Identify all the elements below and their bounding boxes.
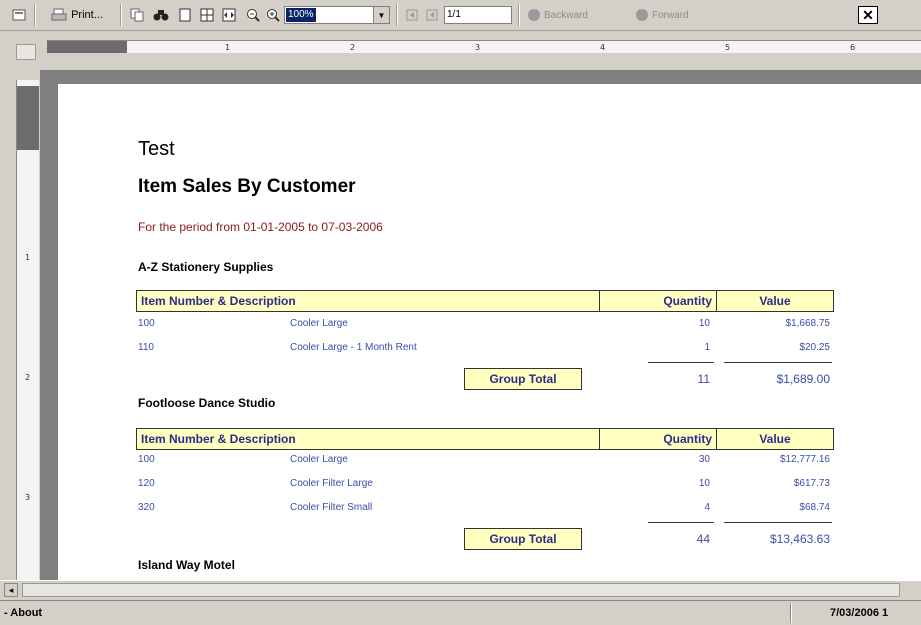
status-about[interactable]: - About <box>4 607 42 619</box>
copy-icon[interactable] <box>128 6 146 24</box>
item-qty: 30 <box>698 454 710 465</box>
group-total-label: Group Total <box>464 368 582 390</box>
item-qty: 10 <box>698 478 710 489</box>
printer-icon <box>51 8 67 21</box>
scroll-left-icon[interactable]: ◂ <box>4 583 18 597</box>
report-period: For the period from 01-01-2005 to 07-03-… <box>138 220 383 234</box>
col-value: Value <box>716 428 834 450</box>
arrow-right-icon <box>636 9 648 21</box>
item-desc: Cooler Large - 1 Month Rent <box>290 342 417 353</box>
status-date: 7/03/2006 1 <box>830 607 889 619</box>
ruler-corner <box>16 44 36 60</box>
report-title: Test <box>138 138 175 160</box>
horizontal-scrollbar[interactable]: ◂ <box>0 580 921 599</box>
toolbar: Print... 100% ▼ 1/1 Backward Forward ✕ <box>0 0 921 31</box>
item-value: $1,668.75 <box>785 318 831 329</box>
item-value: $617.73 <box>793 478 830 489</box>
divider <box>724 362 832 363</box>
close-preview-button[interactable]: ✕ <box>858 6 878 24</box>
print-button[interactable]: Print... <box>40 6 114 24</box>
forward-label: Forward <box>652 9 689 21</box>
item-number: 100 <box>138 318 155 329</box>
item-number: 110 <box>138 342 154 353</box>
chevron-down-icon[interactable]: ▼ <box>373 7 389 23</box>
preview-canvas[interactable]: Test Item Sales By Customer For the peri… <box>40 70 921 580</box>
single-page-icon[interactable] <box>176 6 194 24</box>
svg-text:4: 4 <box>600 43 605 52</box>
item-qty: 4 <box>704 502 710 513</box>
group-total-value: $1,689.00 <box>776 372 830 386</box>
col-qty: Quantity <box>599 428 717 450</box>
item-value: $20.25 <box>799 342 830 353</box>
svg-text:3: 3 <box>25 493 30 502</box>
item-desc: Cooler Filter Large <box>290 478 373 489</box>
item-table-header: Item Number & Description Quantity Value <box>136 290 834 312</box>
item-number: 320 <box>138 502 155 513</box>
vruler-ticks: 1 2 3 <box>25 253 30 502</box>
multi-page-icon[interactable] <box>198 6 216 24</box>
export-icon[interactable] <box>10 6 28 24</box>
item-desc: Cooler Large <box>290 318 348 329</box>
svg-text:1: 1 <box>25 253 30 262</box>
col-desc: Item Number & Description <box>136 428 600 450</box>
item-number: 100 <box>138 454 155 465</box>
vertical-ruler: 1 2 3 <box>16 80 39 580</box>
item-desc: Cooler Filter Small <box>290 502 373 513</box>
zoom-out-icon[interactable] <box>244 6 262 24</box>
svg-text:3: 3 <box>475 43 480 52</box>
svg-text:1: 1 <box>225 43 230 52</box>
arrow-left-icon <box>528 9 540 21</box>
item-qty: 1 <box>704 342 710 353</box>
scroll-thumb[interactable] <box>22 583 900 597</box>
customer-name: A-Z Stationery Supplies <box>138 260 274 274</box>
horizontal-ruler: 1 2 3 4 5 6 <box>0 36 921 68</box>
zoom-value: 100% <box>286 8 316 22</box>
col-value: Value <box>716 290 834 312</box>
backward-button[interactable]: Backward <box>528 6 624 24</box>
col-qty: Quantity <box>599 290 717 312</box>
item-number: 120 <box>138 478 155 489</box>
zoom-select[interactable]: 100% ▼ <box>284 6 390 24</box>
ruler-track: 1 2 3 4 5 6 <box>47 40 921 53</box>
group-total-label: Group Total <box>464 528 582 550</box>
report-heading: Item Sales By Customer <box>138 176 356 197</box>
item-qty: 10 <box>698 318 710 329</box>
divider <box>724 522 832 523</box>
divider <box>648 362 714 363</box>
svg-text:2: 2 <box>350 43 355 52</box>
close-icon: ✕ <box>862 7 874 23</box>
item-value: $12,777.16 <box>779 454 830 465</box>
prev-page-icon[interactable] <box>424 6 440 24</box>
ruler-ticks: 1 2 3 4 5 6 <box>225 43 855 52</box>
fit-width-icon[interactable] <box>220 6 238 24</box>
backward-label: Backward <box>544 9 588 21</box>
item-value: $68.74 <box>799 502 830 513</box>
status-bar: - About 7/03/2006 1 <box>0 600 921 625</box>
forward-button[interactable]: Forward <box>636 6 726 24</box>
customer-name: Island Way Motel <box>138 558 235 572</box>
divider <box>648 522 714 523</box>
group-total-qty: 11 <box>697 372 710 386</box>
customer-name: Footloose Dance Studio <box>138 396 276 410</box>
group-total-qty: 44 <box>696 532 710 546</box>
item-table-header: Item Number & Description Quantity Value <box>136 428 834 450</box>
svg-text:6: 6 <box>850 43 855 52</box>
page-number-field[interactable]: 1/1 <box>444 6 512 24</box>
item-desc: Cooler Large <box>290 454 348 465</box>
print-label: Print... <box>71 9 103 21</box>
group-total-value: $13,463.63 <box>769 532 830 546</box>
report-page: Test Item Sales By Customer For the peri… <box>58 84 921 580</box>
svg-text:2: 2 <box>25 373 30 382</box>
svg-text:5: 5 <box>725 43 730 52</box>
find-binoculars-icon[interactable] <box>152 6 170 24</box>
col-desc: Item Number & Description <box>136 290 600 312</box>
zoom-in-icon[interactable] <box>264 6 282 24</box>
first-page-icon[interactable] <box>404 6 420 24</box>
